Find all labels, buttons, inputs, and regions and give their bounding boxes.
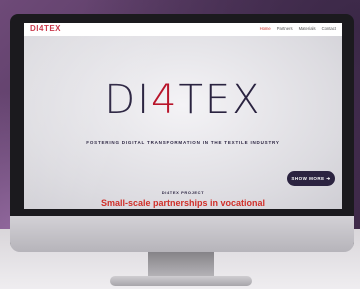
nav-link-partners[interactable]: Partners	[277, 26, 293, 31]
show-more-button[interactable]: SHOW MORE ➔	[287, 171, 335, 186]
website-navbar: DI4TEX Home Partners Materials Contact	[24, 23, 342, 37]
monitor-chin	[10, 216, 354, 252]
nav-link-home[interactable]: Home	[260, 26, 271, 31]
nav-link-contact[interactable]: Contact	[322, 26, 336, 31]
hero-logo-part3: TEX	[178, 77, 262, 123]
nav-logo[interactable]: DI4TEX	[30, 24, 61, 33]
hero-section: DI4TEX FOSTERING DIGITAL TRANSFORMATION …	[24, 36, 342, 209]
project-label: DI4TEX PROJECT	[161, 190, 205, 195]
monitor-screen: DI4TEX Home Partners Materials Contact D…	[24, 23, 342, 209]
nav-links: Home Partners Materials Contact	[260, 26, 336, 31]
hero-logo-part2: 4	[151, 77, 179, 123]
partner-heading: Small-scale partnerships in vocational	[100, 198, 266, 208]
nav-link-materials[interactable]: Materials	[299, 26, 316, 31]
monitor-stand-base	[110, 276, 252, 286]
hero-tagline: FOSTERING DIGITAL TRANSFORMATION IN THE …	[86, 140, 280, 145]
monitor-stand	[148, 248, 214, 278]
hero-logo-part1: DI	[104, 77, 152, 123]
hero-logo: DI4TEX	[24, 80, 342, 120]
